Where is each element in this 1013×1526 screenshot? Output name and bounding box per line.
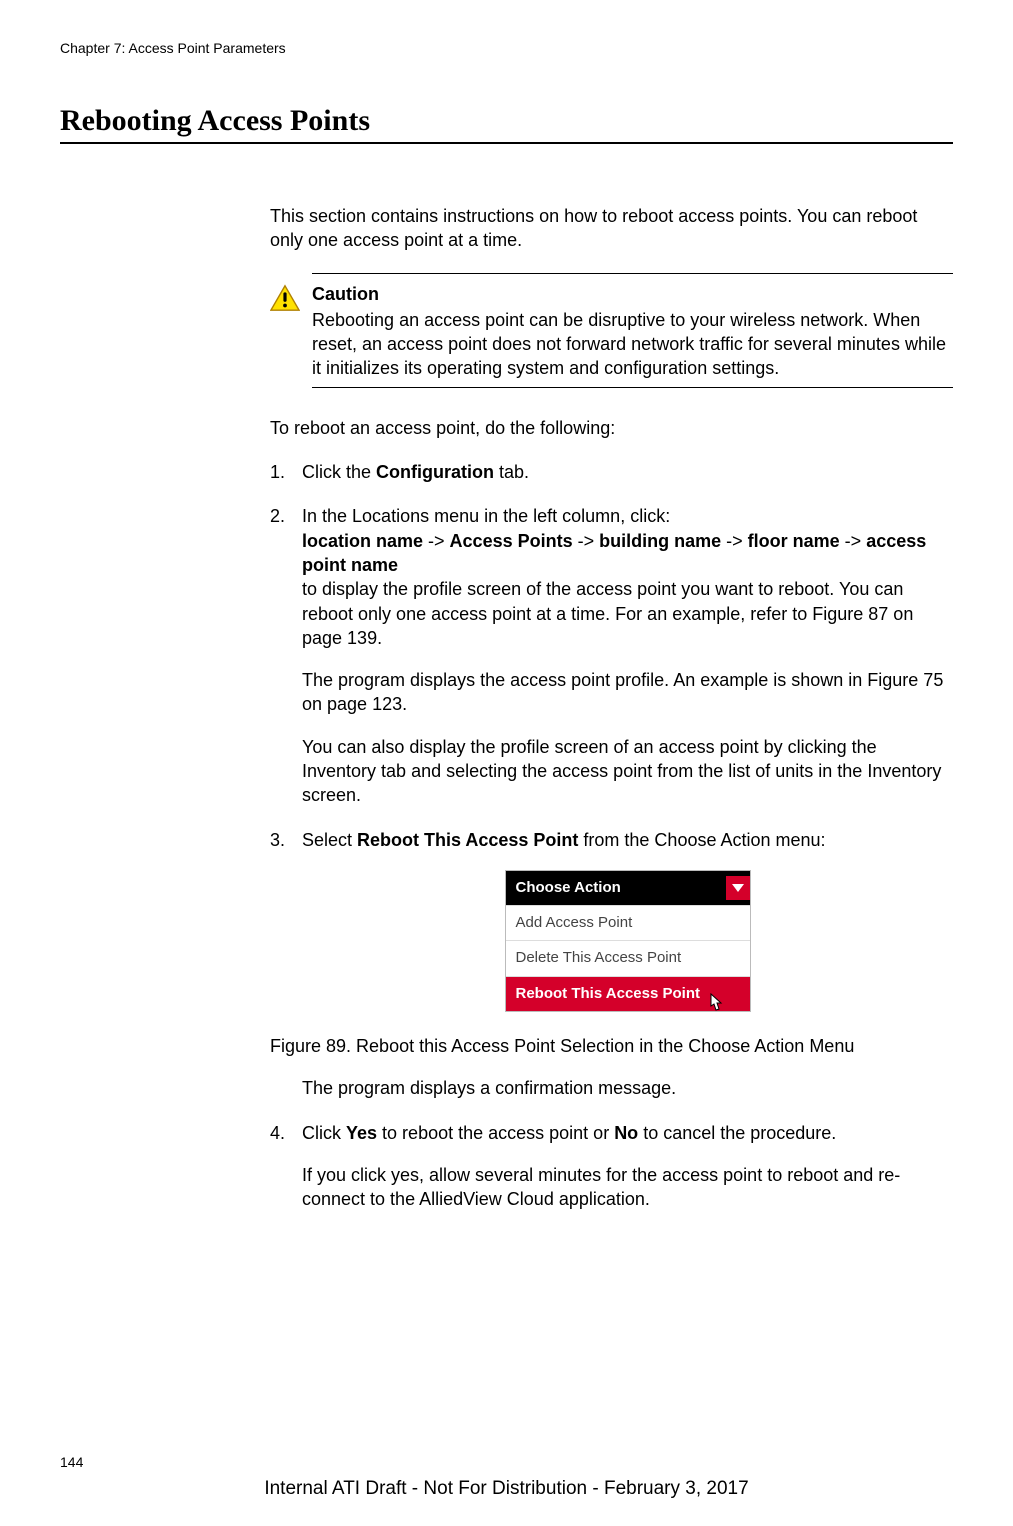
step-1-text-a: Click the [302, 462, 376, 482]
menu-item-reboot-label: Reboot This Access Point [516, 985, 700, 1002]
chevron-down-icon[interactable] [726, 876, 750, 900]
step-3-text-a: Select [302, 830, 357, 850]
section-title: Rebooting Access Points [60, 104, 953, 144]
nav-arrow: -> [423, 531, 450, 551]
cursor-icon [706, 993, 724, 1019]
nav-access-points: Access Points [450, 531, 573, 551]
lead-in: To reboot an access point, do the follow… [270, 416, 953, 440]
yes-button-name: Yes [346, 1123, 377, 1143]
choose-action-header-label: Choose Action [516, 878, 621, 898]
caution-text: Rebooting an access point can be disrupt… [312, 310, 946, 379]
intro-paragraph: This section contains instructions on ho… [270, 204, 953, 253]
step-3-text-c: from the Choose Action menu: [578, 830, 825, 850]
nav-location-name: location name [302, 531, 423, 551]
nav-arrow: -> [840, 531, 867, 551]
choose-action-header[interactable]: Choose Action [506, 871, 750, 905]
step-3-confirm: The program displays a confirmation mess… [302, 1076, 953, 1100]
menu-item-add-access-point[interactable]: Add Access Point [506, 905, 750, 940]
step-2-profile: The program displays the access point pr… [302, 668, 953, 717]
nav-building-name: building name [599, 531, 721, 551]
configuration-tab-name: Configuration [376, 462, 494, 482]
nav-arrow: -> [721, 531, 748, 551]
no-button-name: No [614, 1123, 638, 1143]
main-content: This section contains instructions on ho… [270, 204, 953, 1211]
step-4-wait: If you click yes, allow several minutes … [302, 1163, 953, 1212]
caution-block: Caution Rebooting an access point can be… [270, 273, 953, 388]
menu-item-delete-access-point[interactable]: Delete This Access Point [506, 940, 750, 975]
steps-list: Click the Configuration tab. In the Loca… [270, 460, 953, 1211]
reboot-action-name: Reboot This Access Point [357, 830, 578, 850]
caution-icon [270, 284, 300, 312]
step-1: Click the Configuration tab. [270, 460, 953, 484]
step-4-text-mid: to reboot the access point or [377, 1123, 614, 1143]
step-4-text-end: to cancel the procedure. [638, 1123, 836, 1143]
step-2-inventory: You can also display the profile screen … [302, 735, 953, 808]
choose-action-figure: Choose Action Add Access Point Delete Th… [302, 870, 953, 1012]
step-4-text-a: Click [302, 1123, 346, 1143]
menu-item-reboot-access-point[interactable]: Reboot This Access Point [506, 976, 750, 1011]
page-number: 144 [60, 1454, 83, 1470]
footer-text: Internal ATI Draft - Not For Distributio… [0, 1478, 1013, 1500]
caution-label: Caution [312, 282, 953, 306]
nav-arrow: -> [573, 531, 600, 551]
step-3: Select Reboot This Access Point from the… [270, 828, 953, 1101]
step-1-text-c: tab. [494, 462, 529, 482]
step-4: Click Yes to reboot the access point or … [270, 1121, 953, 1212]
nav-floor-name: floor name [748, 531, 840, 551]
chapter-header: Chapter 7: Access Point Parameters [60, 40, 953, 56]
choose-action-menu[interactable]: Choose Action Add Access Point Delete Th… [505, 870, 751, 1012]
step-2: In the Locations menu in the left column… [270, 504, 953, 807]
step-2-rest: to display the profile screen of the acc… [302, 579, 913, 648]
figure-caption: Figure 89. Reboot this Access Point Sele… [270, 1034, 953, 1058]
step-2-line1: In the Locations menu in the left column… [302, 506, 670, 526]
